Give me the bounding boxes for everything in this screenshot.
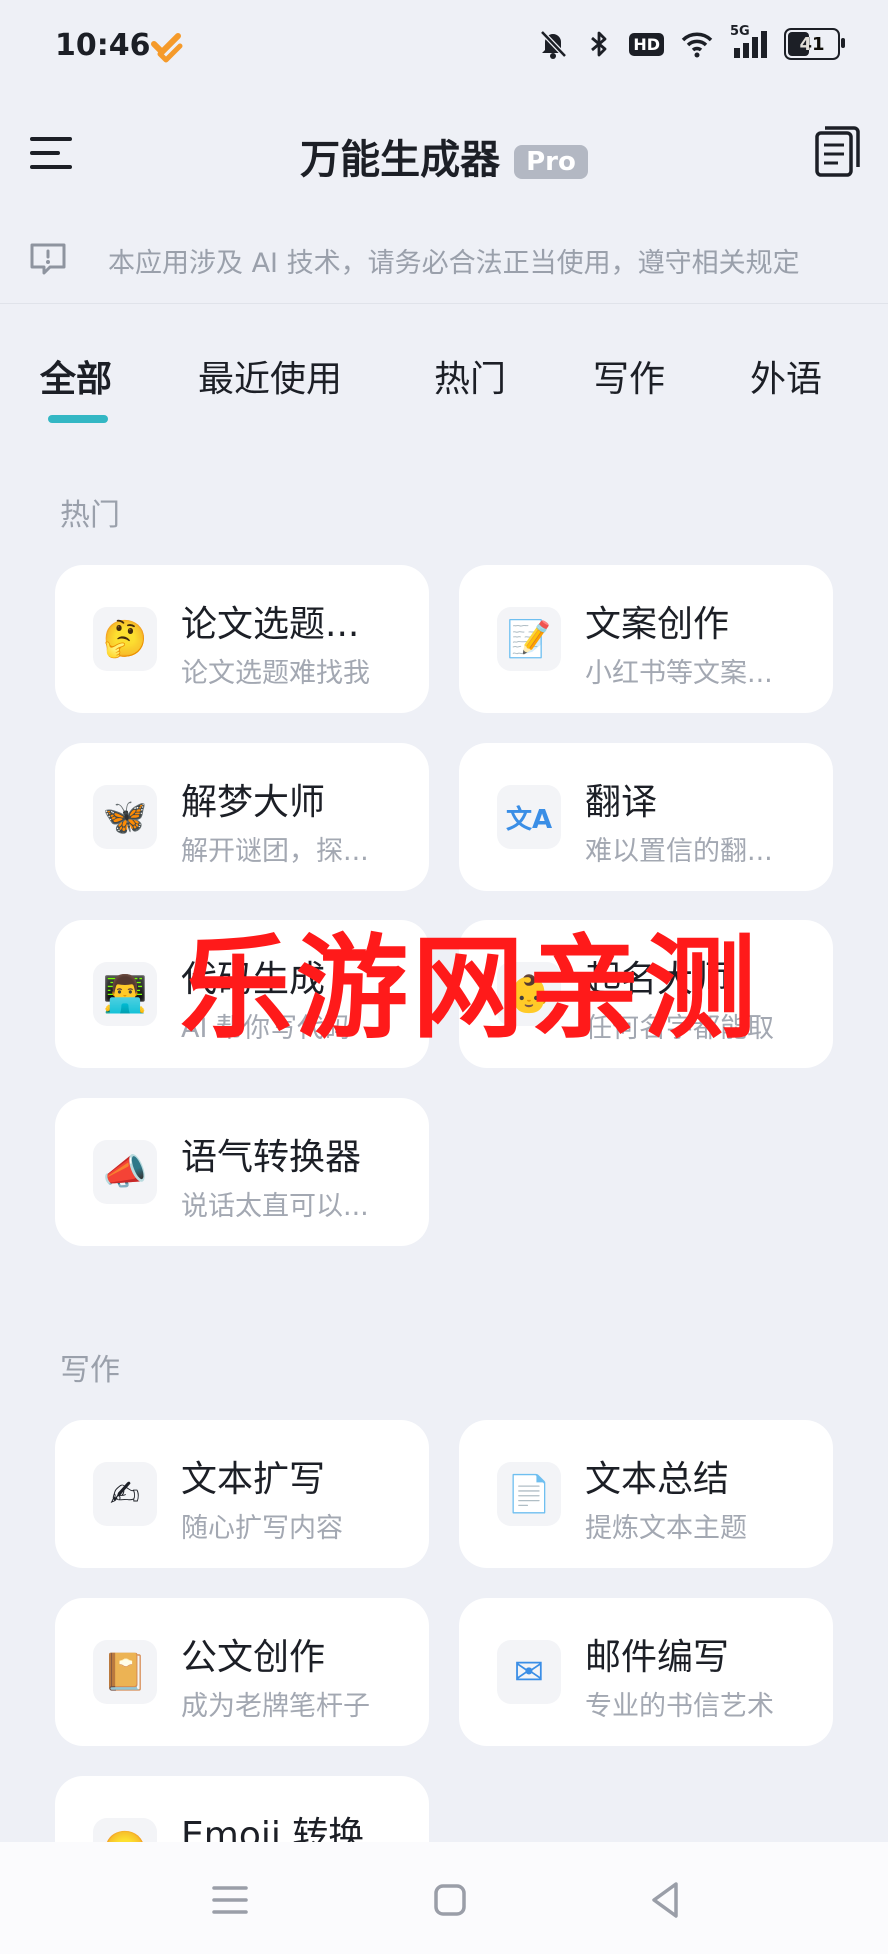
back-icon[interactable] [644,1878,688,1922]
signal-bars-icon [734,31,767,58]
card-title: 翻译 [585,782,658,823]
tool-card[interactable]: 文A 翻译 难以置信的翻... [459,743,833,891]
card-title: 邮件编写 [585,1637,730,1678]
wifi-icon [681,32,713,58]
translate-icon: 文A [497,785,561,849]
card-title: 语气转换器 [181,1137,362,1178]
active-tab-indicator [48,415,108,423]
card-subtitle: 专业的书信艺术 [585,1691,774,1722]
tool-card[interactable]: 📝 文案创作 小红书等文案... [459,565,833,713]
card-subtitle: 解开谜团，探... [181,836,369,867]
technologist-icon: 👨‍💻 [93,962,157,1026]
category-tabs: 全部 最近使用 热门 写作 外语 [0,350,888,430]
card-title: 文本总结 [585,1459,730,1500]
section-title-popular: 热门 [60,498,120,533]
card-title: 文案创作 [585,604,730,645]
page-title: 万能生成器 [300,137,501,183]
card-subtitle: 小红书等文案... [585,658,773,689]
system-nav-bar [0,1842,888,1954]
card-title: 文本扩写 [181,1459,326,1500]
card-subtitle: 提炼文本主题 [585,1513,747,1544]
tool-card[interactable]: 🤔 论文选题... 论文选题难找我 [55,565,429,713]
butterfly-icon: 🦋 [93,785,157,849]
tool-card[interactable]: 🦋 解梦大师 解开谜团，探... [55,743,429,891]
section-title-writing: 写作 [60,1353,120,1388]
tool-card[interactable]: 📄 文本总结 提炼文本主题 [459,1420,833,1568]
megaphone-icon: 📣 [93,1140,157,1204]
status-icons: HD 5G 41 [537,24,845,60]
tab-writing[interactable]: 写作 [593,350,665,402]
home-icon[interactable] [428,1878,472,1922]
card-title: 论文选题... [181,604,360,645]
card-subtitle: 论文选题难找我 [181,658,370,689]
pro-badge[interactable]: Pro [514,145,588,179]
page-title-wrap: 万能生成器 Pro [0,127,888,185]
hd-badge: HD [629,32,664,56]
tab-recent[interactable]: 最近使用 [198,350,342,402]
app-header: 万能生成器 Pro [0,105,888,205]
tab-foreign-language[interactable]: 外语 [750,350,822,402]
card-title: 公文创作 [181,1637,326,1678]
bell-off-icon [540,30,568,59]
memo-icon: 📝 [497,607,561,671]
battery-level: 41 [799,33,825,55]
thinking-face-icon: 🤔 [93,607,157,671]
history-document-icon[interactable] [814,125,862,177]
ai-notice-banner: 本应用涉及 AI 技术，请务必合法正当使用，遵守相关规定 [0,225,888,304]
tool-card[interactable]: 📔 公文创作 成为老牌笔杆子 [55,1598,429,1746]
writing-hand-icon: ✍ [93,1462,157,1526]
card-subtitle: 难以置信的翻... [585,836,773,867]
tool-card[interactable]: ✍ 文本扩写 随心扩写内容 [55,1420,429,1568]
envelope-icon: ✉ [497,1640,561,1704]
recent-apps-icon[interactable] [208,1878,252,1922]
notebook-icon: 📔 [93,1640,157,1704]
document-icon: 📄 [497,1462,561,1526]
cellular-signal: 5G [730,24,770,60]
watermark-overlay: 乐游网亲测 [180,924,760,1054]
notice-text: 本应用涉及 AI 技术，请务必合法正当使用，遵守相关规定 [108,248,800,279]
battery-indicator: 41 [784,28,845,60]
app-notification-icon [151,33,183,63]
info-message-icon [30,243,66,275]
tab-all[interactable]: 全部 [40,350,112,402]
card-subtitle: 说话太直可以... [181,1191,369,1222]
card-title: 解梦大师 [181,782,326,823]
status-time: 10:46 [55,28,151,63]
tool-card[interactable]: ✉ 邮件编写 专业的书信艺术 [459,1598,833,1746]
tool-card[interactable]: 📣 语气转换器 说话太直可以... [55,1098,429,1246]
bluetooth-icon [591,31,607,57]
card-subtitle: 随心扩写内容 [181,1513,343,1544]
status-bar: 10:46 HD 5G 41 [0,0,888,100]
tab-popular[interactable]: 热门 [434,350,506,402]
card-subtitle: 成为老牌笔杆子 [181,1691,370,1722]
